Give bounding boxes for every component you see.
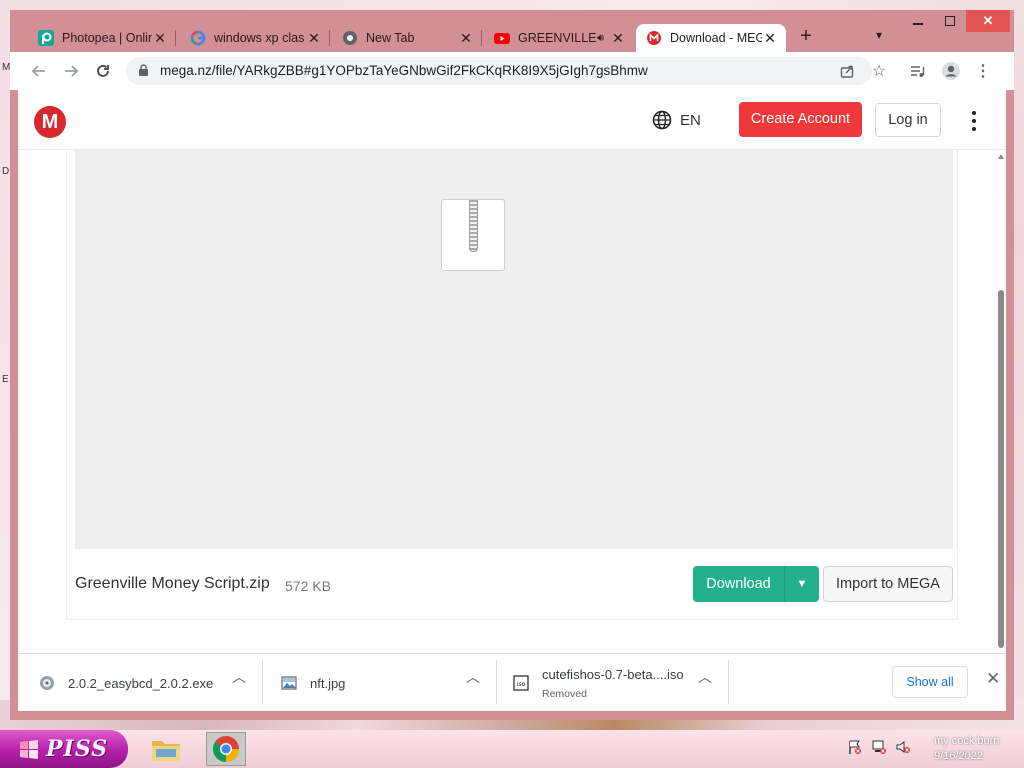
language-selector[interactable]: EN (652, 110, 701, 130)
tab-photopea[interactable]: Photopea | Onlin ✕ (28, 24, 176, 52)
mega-icon (646, 30, 662, 46)
volume-muted-icon[interactable] (894, 738, 912, 756)
url-text: mega.nz/file/YARkgZBB#g1YOPbzTaYeGNbwGif… (160, 63, 648, 78)
browser-window: Photopea | Onlin ✕ windows xp clas ✕ New… (10, 10, 1014, 720)
profile-avatar[interactable] (940, 60, 962, 82)
taskbar-clock[interactable]: my cock burn 9/16/2022 (934, 734, 999, 764)
iso-file-icon: iso (512, 674, 530, 692)
download-status: Removed (542, 687, 587, 700)
close-tab-icon[interactable]: ✕ (306, 30, 322, 47)
network-icon[interactable] (870, 738, 888, 756)
chevron-down-icon[interactable]: ▼ (785, 578, 819, 590)
chrome-icon (342, 30, 358, 46)
address-bar[interactable]: mega.nz/file/YARkgZBB#g1YOPbzTaYeGNbwGif… (126, 57, 886, 85)
close-download-shelf-icon[interactable]: ✕ (986, 669, 1000, 689)
login-button[interactable]: Log in (875, 103, 941, 137)
image-file-icon (280, 674, 298, 692)
globe-icon (652, 110, 672, 130)
bookmark-star-icon[interactable]: ☆ (870, 62, 888, 80)
maximize-button[interactable] (936, 10, 964, 32)
windows-flag-icon (20, 740, 38, 759)
tab-title: windows xp clas (214, 31, 305, 45)
create-account-button[interactable]: Create Account (739, 102, 862, 137)
page-viewport: M EN Create Account Log in Greenville Mo… (18, 90, 1006, 653)
download-item[interactable]: iso cutefishos-0.7-beta....iso Removed (512, 662, 712, 704)
tab-mega-download[interactable]: Download - MEG ✕ (636, 24, 786, 52)
close-window-button[interactable]: ✕ (966, 10, 1010, 32)
more-options-icon[interactable] (968, 108, 980, 134)
tab-youtube[interactable]: GREENVILLE 🔊︎ ✕ (484, 24, 634, 52)
vertical-scrollbar[interactable] (996, 150, 1006, 653)
clock-line-1: my cock burn (934, 735, 1000, 747)
download-shelf: 2.0.2_easybcd_2.0.2.exe ︿ nft.jpg ︿ iso … (18, 653, 1006, 711)
share-icon[interactable] (838, 62, 856, 80)
file-card: Greenville Money Script.zip 572 KB Downl… (66, 150, 958, 620)
photopea-icon (38, 30, 54, 46)
zip-file-icon (441, 199, 505, 271)
language-label: EN (680, 111, 701, 129)
tab-title: GREENVILLE (518, 31, 597, 45)
file-size: 572 KB (285, 578, 331, 594)
forward-button[interactable] (60, 60, 82, 82)
start-button[interactable]: PISS (0, 730, 128, 768)
file-preview-area (75, 150, 953, 549)
start-label: PISS (46, 736, 109, 762)
tab-strip: Photopea | Onlin ✕ windows xp clas ✕ New… (10, 10, 1014, 52)
download-options-chevron-icon[interactable]: ︿ (698, 667, 712, 687)
tab-title: New Tab (366, 31, 415, 45)
system-tray (846, 738, 912, 756)
close-tab-icon[interactable]: ✕ (610, 30, 626, 47)
download-label: Download (693, 566, 785, 602)
mega-header: M EN Create Account Log in (18, 90, 1006, 150)
browser-menu-icon[interactable]: ⋮ (972, 60, 994, 82)
download-options-chevron-icon[interactable]: ︿ (466, 667, 480, 687)
back-arrow-icon (31, 65, 45, 77)
tab-google-search[interactable]: windows xp clas ✕ (180, 24, 330, 52)
svg-text:iso: iso (517, 681, 526, 688)
tab-search-chevron-icon[interactable]: ▾ (876, 28, 882, 42)
lock-icon (139, 64, 148, 76)
close-tab-icon[interactable]: ✕ (458, 30, 474, 47)
show-all-downloads-button[interactable]: Show all (892, 666, 968, 698)
youtube-icon (494, 30, 510, 46)
zipper-icon (469, 200, 478, 252)
file-name: Greenville Money Script.zip (75, 575, 270, 592)
back-button[interactable] (28, 60, 50, 82)
download-options-chevron-icon[interactable]: ︿ (232, 667, 246, 687)
download-item[interactable]: nft.jpg (280, 662, 480, 704)
google-icon (190, 30, 206, 46)
download-filename: nft.jpg (310, 675, 346, 691)
media-control-icon[interactable] (906, 60, 928, 82)
mega-logo[interactable]: M (34, 106, 66, 138)
close-tab-icon[interactable]: ✕ (152, 30, 168, 47)
download-filename: 2.0.2_easybcd_2.0.2.exe (68, 675, 214, 691)
download-item[interactable]: 2.0.2_easybcd_2.0.2.exe (38, 662, 246, 704)
exe-file-icon (38, 674, 56, 692)
file-explorer-taskbar-button[interactable] (146, 732, 186, 766)
desktop-icon-fragment-2: D (2, 166, 10, 177)
browser-toolbar: mega.nz/file/YARkgZBB#g1YOPbzTaYeGNbwGif… (10, 52, 1014, 90)
tab-title: Photopea | Onlin (62, 31, 152, 45)
chrome-taskbar-button[interactable] (206, 732, 246, 766)
chrome-icon (212, 736, 240, 763)
desktop-icon-fragment-3: E (2, 374, 9, 385)
import-to-mega-button[interactable]: Import to MEGA (823, 566, 953, 602)
download-filename: cutefishos-0.7-beta....iso (542, 666, 684, 682)
tab-title: Download - MEG (670, 31, 762, 45)
taskbar: PISS my cock burn 9/16/2022 (0, 730, 1024, 768)
action-center-flag-icon[interactable] (846, 738, 864, 756)
reload-button[interactable] (92, 60, 114, 82)
download-button[interactable]: Download ▼ (693, 566, 819, 602)
audio-playing-icon[interactable]: 🔊︎ (597, 32, 604, 45)
folder-icon (152, 741, 180, 761)
tab-new-tab[interactable]: New Tab ✕ (332, 24, 482, 52)
new-tab-button[interactable]: + (796, 26, 816, 46)
scroll-up-arrow-icon[interactable] (998, 154, 1004, 159)
minimize-button[interactable] (904, 10, 932, 32)
forward-arrow-icon (65, 65, 79, 77)
reload-icon (97, 65, 109, 77)
scrollbar-thumb[interactable] (998, 290, 1004, 648)
close-tab-icon[interactable]: ✕ (762, 30, 778, 47)
clock-line-2: 9/16/2022 (934, 750, 983, 762)
